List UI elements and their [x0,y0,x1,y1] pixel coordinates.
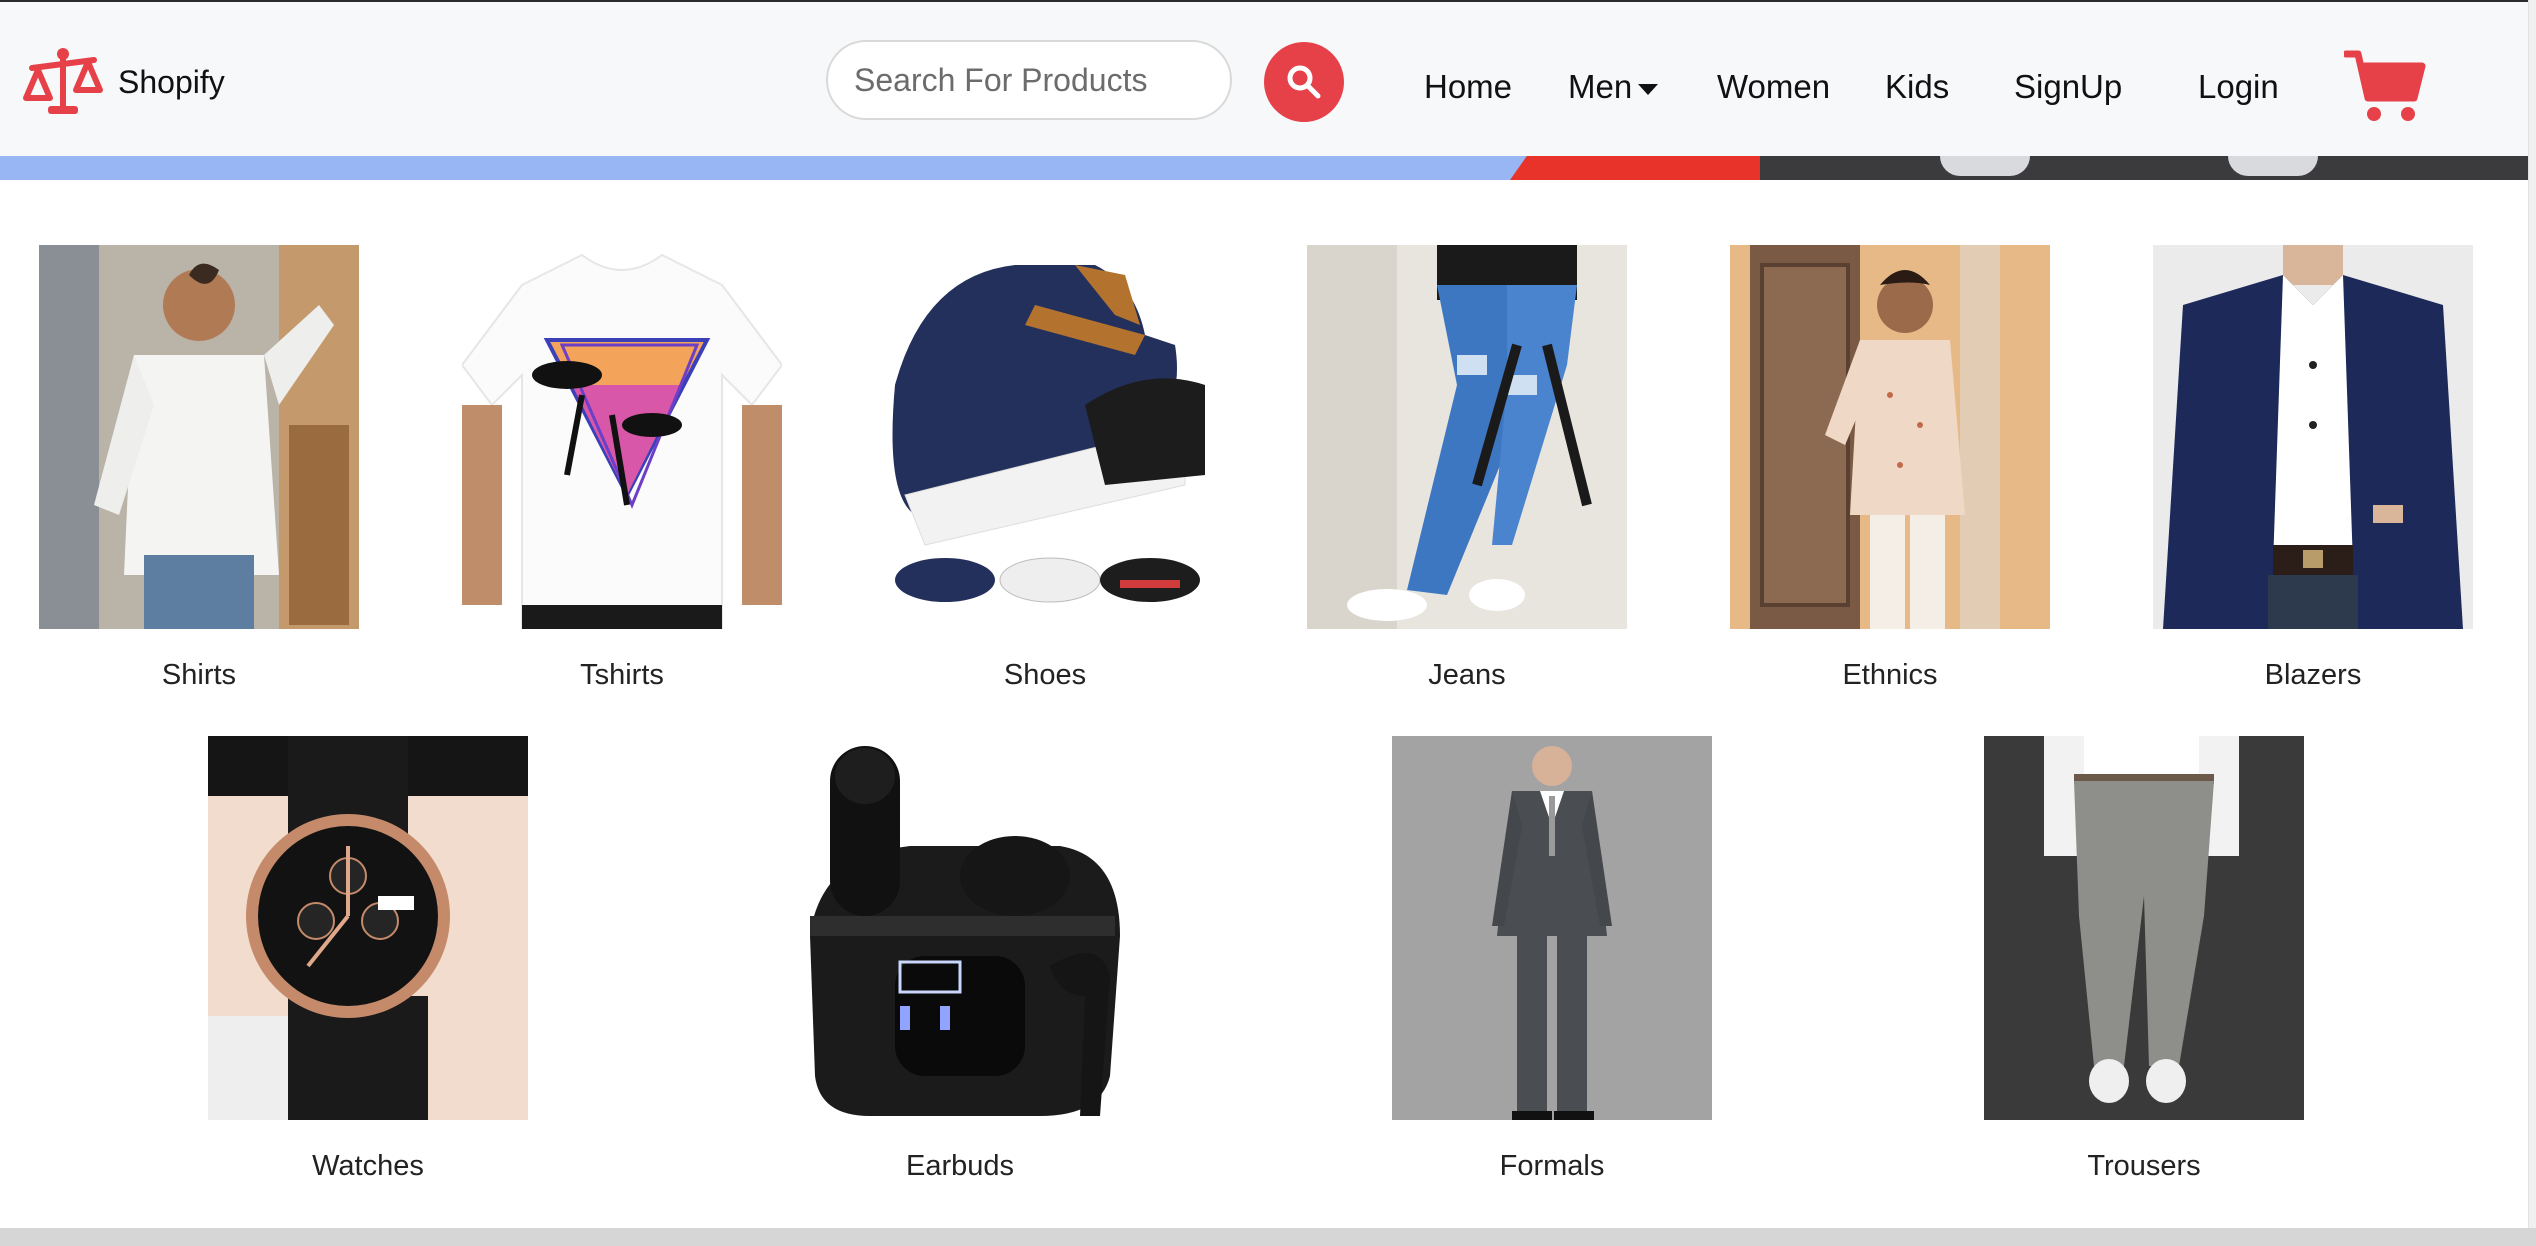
category-label: Formals [1499,1150,1605,1182]
category-card-ethnics[interactable]: Ethnics [1730,245,2050,691]
shirt-photo [39,245,359,629]
watch-photo [208,736,528,1120]
blazer-photo [2153,245,2473,629]
category-card-blazers[interactable]: Blazers [2153,245,2473,691]
category-card-watches[interactable]: Watches [208,736,528,1182]
category-card-earbuds[interactable]: Earbuds [800,736,1120,1182]
category-card-shoes[interactable]: Shoes [885,245,1205,691]
category-label: Blazers [2264,659,2362,691]
hero-banner-edge [0,156,2528,180]
trousers-photo [1984,736,2304,1120]
brand-link[interactable]: Shopify [22,46,225,118]
cart-icon[interactable] [2344,48,2426,124]
nav-login[interactable]: Login [2198,68,2279,106]
top-navbar: Shopify Home Men Women Kids SignUp Login [0,0,2528,156]
page-edge [2528,0,2536,1228]
shoes-photo [885,245,1205,629]
earbuds-photo [800,736,1120,1120]
nav-men-label: Men [1568,68,1633,105]
category-card-tshirts[interactable]: Tshirts [462,245,782,691]
nav-home[interactable]: Home [1424,68,1512,106]
nav-signup[interactable]: SignUp [2014,68,2122,106]
nav-women[interactable]: Women [1717,68,1830,106]
search-input[interactable] [826,40,1232,120]
category-label: Tshirts [580,659,664,691]
nav-men-dropdown[interactable]: Men [1568,68,1659,106]
category-label: Shoes [1003,659,1087,691]
ethnic-photo [1730,245,2050,629]
scale-icon [23,48,103,114]
search-icon [1287,65,1321,99]
category-card-shirts[interactable]: Shirts [39,245,359,691]
category-card-formals[interactable]: Formals [1392,736,1712,1182]
tshirt-photo [462,245,782,629]
category-label: Watches [312,1150,424,1182]
category-label: Ethnics [1842,659,1938,691]
category-label: Jeans [1428,659,1506,691]
category-card-trousers[interactable]: Trousers [1984,736,2304,1182]
category-label: Earbuds [905,1150,1014,1182]
category-card-jeans[interactable]: Jeans [1307,245,1627,691]
category-label: Shirts [161,659,237,691]
category-label: Trousers [2087,1150,2201,1182]
nav-kids[interactable]: Kids [1885,68,1949,106]
brand-name: Shopify [118,63,225,100]
caret-down-icon [1638,83,1659,95]
suit-photo [1392,736,1712,1120]
horizontal-scrollbar[interactable] [0,1228,2536,1246]
search-button[interactable] [1264,42,1344,122]
jeans-photo [1307,245,1627,629]
